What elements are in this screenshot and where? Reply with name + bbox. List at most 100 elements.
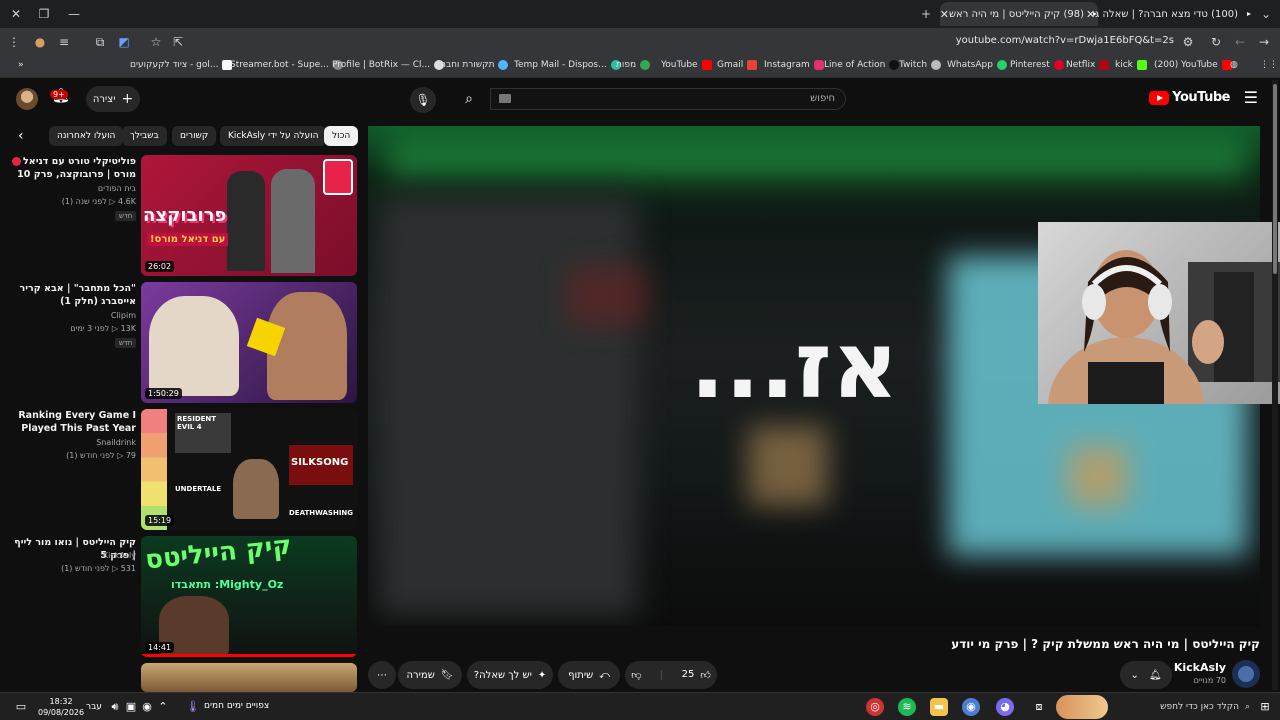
weather-text[interactable]: צפויים ימים חמים [204,701,269,711]
chrome-icon[interactable]: ◉ [962,698,980,716]
search-highlight-image[interactable] [1056,695,1108,719]
voice-search-icon[interactable]: 🎙︎ [410,87,436,113]
menu-dots-icon[interactable]: ⋮ [4,32,24,52]
weather-icon[interactable]: 🌡︎ [184,698,202,716]
create-button[interactable]: + יצירה [86,86,140,112]
bookmark-item[interactable]: Gmail [717,60,758,70]
rec-channel[interactable]: בית הפודים [6,184,136,193]
ask-button[interactable]: ✦ יש לך שאלה? [467,661,553,689]
windows-start-icon[interactable]: ⊞ [1256,698,1274,716]
blurred-background [568,266,648,326]
app-icon[interactable]: ◎ [866,698,884,716]
pinterest-icon [1053,60,1064,70]
translate-icon[interactable]: ◩ [114,32,134,52]
apps-grid-icon[interactable]: ⋮⋮ [1260,60,1278,70]
duration-badge: 14:41 [145,642,175,653]
bookmark-item[interactable]: מפות [616,60,651,70]
file-explorer-icon[interactable]: ▬ [930,698,948,716]
clock[interactable]: 18:32 09/08/2026 [38,696,84,718]
blurred-background [748,426,828,506]
search-icon[interactable]: ⌕ [452,88,486,110]
bookmark-item[interactable]: Netflix [1066,60,1110,70]
close-tab-icon[interactable]: ✕ [1086,8,1095,21]
close-window-icon[interactable]: ✕ [6,4,26,24]
rec-title[interactable]: Ranking Every Game I Played This Past Ye… [8,409,136,435]
install-app-icon[interactable]: ⇱ [168,32,188,52]
task-view-icon[interactable]: ⧈ [1030,698,1048,716]
spotify-icon[interactable]: ≋ [898,698,916,716]
thumbs-down-icon[interactable]: 👎︎ [631,669,641,681]
bookmark-item[interactable]: Pinterest [1010,60,1064,70]
rec-channel[interactable]: Snaildrink [6,438,136,447]
bookmark-item[interactable]: Streamer.bot - Supe... [230,60,343,70]
bookmark-item[interactable]: YouTube [661,60,712,70]
close-tab-icon[interactable]: ✕ [940,8,949,21]
notification-center-icon[interactable]: ▭ [12,698,30,716]
bookmark-favicon-icon [889,60,900,70]
site-settings-icon[interactable]: ⚙ [1178,32,1198,52]
bookmark-item[interactable]: תקשורת וחברה [435,60,509,70]
save-button[interactable]: 🔖︎ שמירה [398,661,462,689]
bookmark-item[interactable]: kick [1115,60,1147,70]
rec-thumbnail[interactable]: פרובוקצה עם דניאל מורס! 26:02 [141,155,357,276]
minimize-window-icon[interactable]: — [64,4,84,24]
chip-for-you[interactable]: בשבילך [122,126,167,146]
profile-icon[interactable]: ● [30,32,50,52]
chip-related[interactable]: קשורים [172,126,217,146]
reading-list-icon[interactable]: ≡ [54,32,74,52]
rec-thumbnail[interactable]: RESIDENT EVIL 4 SILKSONG UNDERTALE DEATH… [141,409,357,530]
extensions-icon[interactable]: ⧉ [90,32,110,52]
rec-title[interactable]: פוליטיקלי טורט עם דניאל מורס | פרובוקצה,… [8,155,136,181]
back-icon[interactable]: → [1254,32,1274,52]
bookmark-item[interactable]: ציוד לקעקועים - gol... [130,60,233,70]
bookmark-item[interactable]: Temp Mail - Dispos... [514,60,621,70]
bookmark-item[interactable]: Line of Action [824,60,900,70]
bookmark-item[interactable]: Instagram [764,60,824,70]
bookmark-item[interactable]: WhatsApp [947,60,1007,70]
address-bar[interactable]: youtube.com/watch?v=rDwja1E6bFQ&t=2s [956,35,1174,46]
share-button[interactable]: ⤺ שיתוף [558,661,620,689]
new-tab-icon[interactable]: + [916,4,936,24]
subscriber-count: 70 מנויים [1193,676,1226,685]
youtube-logo[interactable]: YouTube [1149,90,1230,105]
bookmark-item[interactable]: Twitch [899,60,942,70]
tab-inactive[interactable]: (100) טדי מצא חברה? | שאלה ג ✕ [1086,2,1252,26]
tab-active[interactable]: (98) קיק הייליטס | מי היה ראש ✕ [940,2,1098,26]
scrollbar-thumb[interactable] [1273,84,1277,274]
rec-channel[interactable]: KickAsly [6,551,136,560]
keyboard-icon[interactable] [499,94,511,103]
rec-thumbnail[interactable] [141,663,357,692]
bookmarks-overflow-icon[interactable]: » [18,60,24,70]
chip-uploaded-by[interactable]: הועלה על ידי KickAsly [220,126,327,146]
rec-channel[interactable]: Clipim [6,311,136,320]
chips-scroll-left-icon[interactable]: ‹ [18,128,24,144]
chip-recent[interactable]: הועלו לאחרונה [49,126,124,146]
more-actions-icon[interactable]: ⋯ [368,661,396,689]
search-input[interactable]: חיפוש [490,88,846,110]
like-button[interactable]: 👍︎ 25 [682,669,711,681]
chip-all[interactable]: הכול [324,126,359,146]
rec-title[interactable]: "הכל מתחבר" | אבא קריר אייסברג (חלק 1) [8,282,136,308]
tab-search-icon[interactable]: ⌄ [1256,4,1276,24]
bookmark-star-icon[interactable]: ☆ [146,32,166,52]
facecam-figure [1048,250,1280,404]
forward-icon[interactable]: ← [1230,32,1250,52]
reload-icon[interactable]: ↻ [1206,32,1226,52]
subscription-bell-button[interactable]: 🔔︎ ⌄ [1120,661,1172,689]
rec-thumbnail[interactable]: 1:50:29 [141,282,357,403]
tray-overflow-chevron-icon[interactable]: ⌃ [154,698,172,716]
taskbar-search-input[interactable]: ⌕ הקלד כאן כדי לחפש [1110,697,1250,717]
hamburger-menu-icon[interactable]: ☰ [1244,88,1258,107]
rec-thumbnail[interactable]: קיק הייליטס Mighty_Oz: תתאבדו 14:41 [141,536,357,657]
language-indicator[interactable]: עבר [86,702,102,712]
thumb-subtitle-text: עם דניאל מורס! [147,233,229,246]
avatar[interactable] [16,88,38,110]
channel-name[interactable]: KickAsly [1174,661,1226,674]
chevron-down-icon: ⌄ [1130,669,1139,681]
discord-icon[interactable]: ◕ [996,698,1014,716]
bookmark-item[interactable]: (200) YouTube [1154,60,1232,70]
restore-window-icon[interactable]: ❐ [34,4,54,24]
bookmark-item[interactable]: Profile | BotRix — Cl... [332,60,445,70]
channel-avatar[interactable] [1232,660,1260,688]
globe-icon[interactable]: ◍ [1230,60,1238,70]
